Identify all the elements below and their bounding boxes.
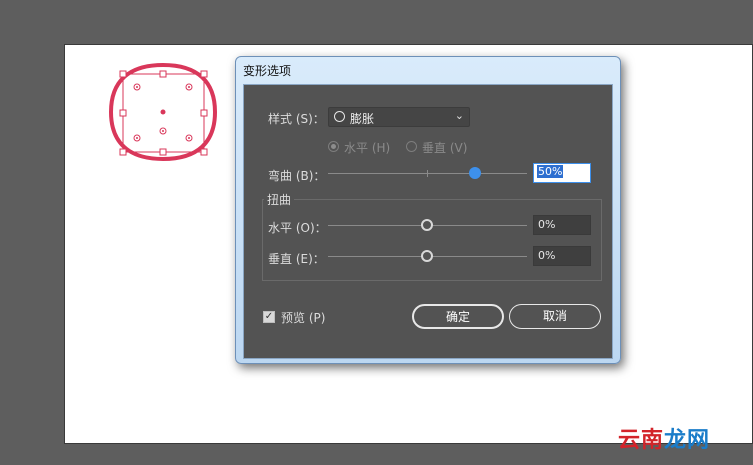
bulge-icon [334,111,345,122]
style-dropdown-value: 膨胀 [350,112,375,126]
watermark-part1: 云南 [618,428,665,453]
distort-vertical-input[interactable]: 0% [533,246,591,266]
dialog-body: 样式 (S)： 膨胀 ⌄ 水平 (H) 垂直 (V) 弯曲 (B)： 50% 扭… [243,84,613,359]
distort-vertical-label: 垂直 (E)： [268,252,325,266]
bend-slider-knob[interactable] [469,167,481,179]
distortion-group-title: 扭曲 [264,191,295,208]
style-label: 样式 (S)： [268,112,325,126]
distort-horizontal-slider-knob[interactable] [421,219,433,231]
bend-slider-center-tick [427,170,428,177]
bend-label: 弯曲 (B)： [268,169,326,183]
chevron-down-icon: ⌄ [454,109,464,122]
warped-circle-object[interactable] [108,62,218,162]
dialog-title: 变形选项 [243,64,292,78]
style-dropdown[interactable]: 膨胀 ⌄ [328,107,470,127]
vertical-radio-label: 垂直 (V) [422,141,468,155]
preview-checkbox[interactable]: ✓ [263,311,275,323]
ok-button[interactable]: 确定 [412,304,504,329]
watermark-part2: 龙网 [664,428,711,453]
distort-horizontal-label: 水平 (O)： [268,221,327,235]
vertical-radio[interactable] [406,141,417,152]
watermark-logo: 云南龙网 [618,422,710,454]
preview-label: 预览 (P) [281,311,326,325]
bend-input[interactable]: 50% [533,163,591,183]
distort-horizontal-input[interactable]: 0% [533,215,591,235]
checkmark-icon: ✓ [264,311,274,322]
warp-options-dialog: 变形选项 样式 (S)： 膨胀 ⌄ 水平 (H) 垂直 (V) 弯曲 (B)： … [235,56,621,364]
horizontal-radio-label: 水平 (H) [344,141,391,155]
distortion-group [262,199,602,281]
cancel-button[interactable]: 取消 [509,304,601,329]
distort-vertical-slider-knob[interactable] [421,250,433,262]
horizontal-radio[interactable] [328,141,339,152]
bend-input-value: 50% [537,165,564,178]
